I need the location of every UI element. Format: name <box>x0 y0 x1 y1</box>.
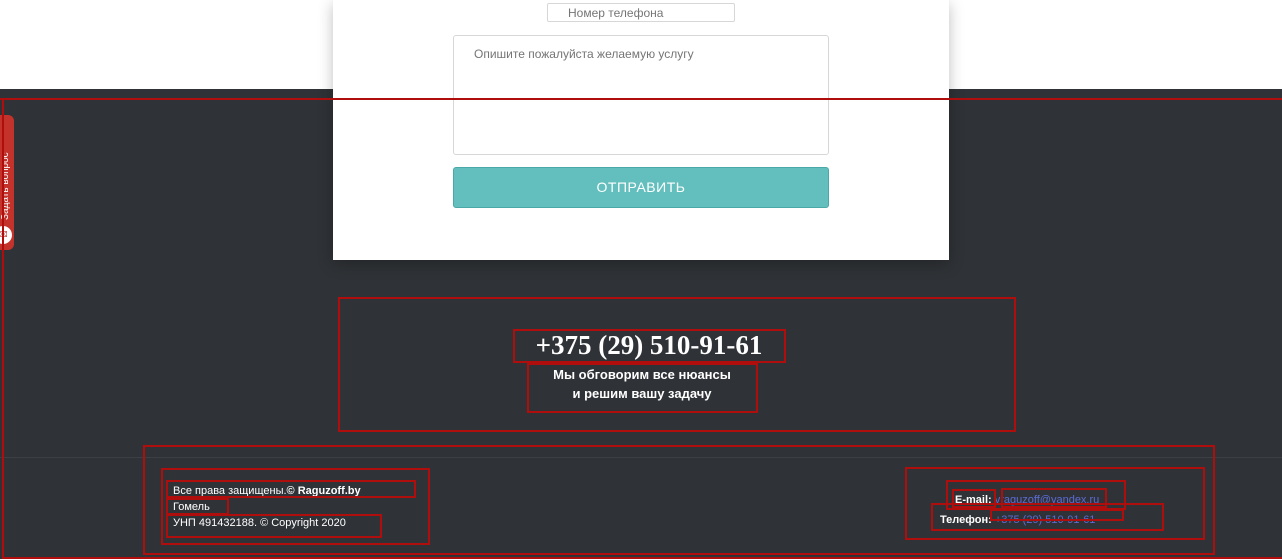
outline-phone <box>513 329 786 363</box>
outline-tagline <box>527 363 758 413</box>
phone-input[interactable] <box>547 3 735 22</box>
outline-city <box>166 498 229 515</box>
outline-phone-value <box>990 509 1124 521</box>
outline-rights <box>166 480 416 498</box>
outline-unp <box>166 514 382 538</box>
